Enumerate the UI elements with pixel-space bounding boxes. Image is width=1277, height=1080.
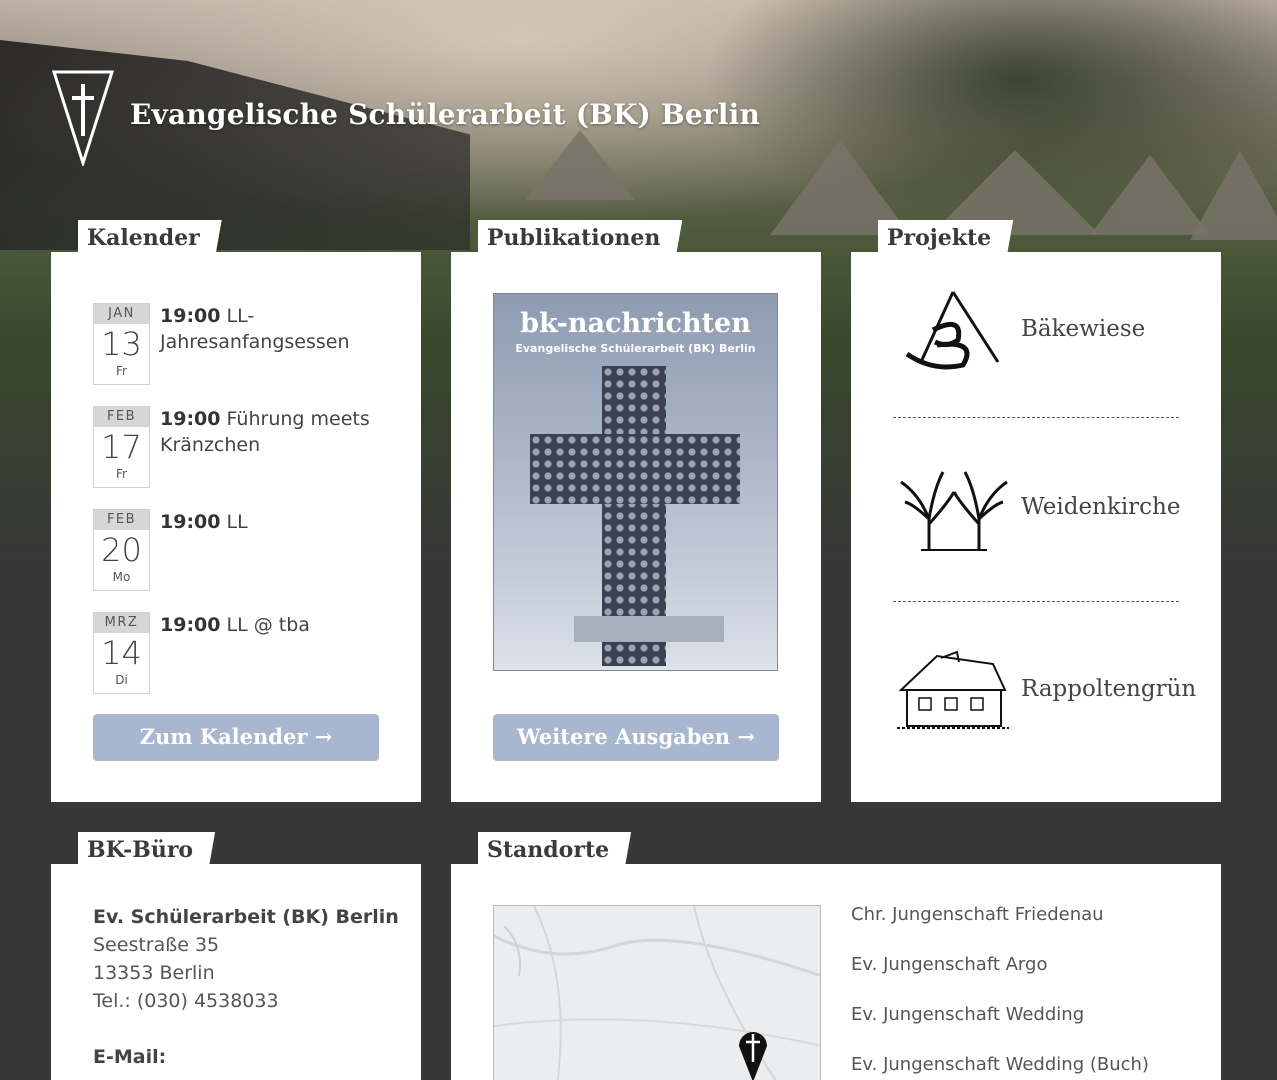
calendar-event[interactable]: FEB 17 Fr 19:00 Führung meets Kränzchen bbox=[93, 406, 393, 490]
event-title: LL @ tba bbox=[226, 614, 310, 636]
event-weekday: Fr bbox=[116, 467, 127, 481]
office-heading: BK-Büro bbox=[78, 832, 215, 866]
publication-cover[interactable]: bk-nachrichten Evangelische Schülerarbei… bbox=[493, 293, 778, 671]
projects-heading: Projekte bbox=[878, 220, 1013, 254]
event-month: MRZ bbox=[94, 613, 149, 633]
hero-tent bbox=[525, 130, 635, 200]
project-divider bbox=[893, 601, 1179, 602]
locations-map[interactable] bbox=[493, 905, 821, 1080]
house-sketch-icon bbox=[897, 650, 1009, 729]
calendar-event[interactable]: FEB 20 Mo 19:00 LL bbox=[93, 509, 393, 593]
project-name: Bäkewiese bbox=[1021, 316, 1146, 342]
event-date: MRZ 14 Di bbox=[93, 612, 150, 694]
project-weidenkirche[interactable]: Weidenkirche bbox=[893, 458, 1183, 578]
location-item[interactable]: Chr. Jungenschaft Friedenau bbox=[851, 904, 1104, 925]
cover-bench bbox=[574, 616, 724, 642]
site-title[interactable]: Evangelische Schülerarbeit (BK) Berlin bbox=[130, 98, 760, 131]
office-org: Ev. Schülerarbeit (BK) Berlin bbox=[93, 906, 399, 928]
weidenkirche-logo-icon bbox=[900, 471, 1008, 551]
event-time: 19:00 bbox=[160, 305, 221, 327]
event-weekday: Di bbox=[115, 673, 128, 687]
office-email-label: E-Mail: bbox=[93, 1046, 167, 1068]
event-date: FEB 20 Mo bbox=[93, 509, 150, 591]
location-item[interactable]: Ev. Jungenschaft Wedding (Buch) bbox=[851, 1054, 1149, 1075]
event-time: 19:00 bbox=[160, 614, 221, 636]
cover-cross-horizontal bbox=[530, 434, 740, 504]
event-day: 13 bbox=[101, 325, 142, 363]
event-day: 14 bbox=[101, 634, 142, 672]
project-baekewiese[interactable]: Bäkewiese bbox=[893, 280, 1183, 400]
office-phone: Tel.: (030) 4538033 bbox=[93, 990, 279, 1012]
baekewiese-logo-icon bbox=[905, 291, 1000, 370]
event-day: 17 bbox=[101, 428, 142, 466]
event-text[interactable]: 19:00 LL @ tba bbox=[160, 612, 390, 638]
project-name: Rappoltengrün bbox=[1021, 676, 1197, 702]
event-title: LL bbox=[226, 511, 248, 533]
project-rappoltengruen[interactable]: Rappoltengrün bbox=[893, 640, 1196, 760]
event-text[interactable]: 19:00 LL bbox=[160, 509, 390, 535]
calendar-heading: Kalender bbox=[78, 220, 222, 254]
cover-subtitle: Evangelische Schülerarbeit (BK) Berlin bbox=[515, 342, 756, 355]
cross-pin-icon[interactable] bbox=[737, 1028, 769, 1080]
event-time: 19:00 bbox=[160, 511, 221, 533]
calendar-event[interactable]: MRZ 14 Di 19:00 LL @ tba bbox=[93, 612, 393, 696]
event-date: FEB 17 Fr bbox=[93, 406, 150, 488]
event-text[interactable]: 19:00 Führung meets Kränzchen bbox=[160, 406, 390, 458]
event-day: 20 bbox=[101, 531, 142, 569]
map-tiles bbox=[494, 906, 820, 1080]
event-date: JAN 13 Fr bbox=[93, 303, 150, 385]
event-time: 19:00 bbox=[160, 408, 221, 430]
office-street: Seestraße 35 bbox=[93, 934, 220, 956]
project-divider bbox=[893, 417, 1179, 418]
location-item[interactable]: Ev. Jungenschaft Argo bbox=[851, 954, 1047, 975]
cross-shield-icon[interactable] bbox=[52, 70, 114, 166]
event-month: JAN bbox=[94, 304, 149, 324]
publications-button[interactable]: Weitere Ausgaben → bbox=[493, 714, 779, 761]
cover-title: bk-nachrichten bbox=[520, 308, 751, 339]
office-address: Ev. Schülerarbeit (BK) Berlin Seestraße … bbox=[93, 903, 399, 1071]
event-month: FEB bbox=[94, 407, 149, 427]
event-text[interactable]: 19:00 LL-Jahresanfangsessen bbox=[160, 303, 390, 355]
calendar-event[interactable]: JAN 13 Fr 19:00 LL-Jahresanfangsessen bbox=[93, 303, 393, 387]
calendar-button[interactable]: Zum Kalender → bbox=[93, 714, 379, 761]
event-weekday: Mo bbox=[112, 570, 131, 584]
office-city: 13353 Berlin bbox=[93, 962, 215, 984]
project-name: Weidenkirche bbox=[1021, 494, 1181, 520]
event-weekday: Fr bbox=[116, 364, 127, 378]
locations-heading: Standorte bbox=[478, 832, 631, 866]
event-month: FEB bbox=[94, 510, 149, 530]
publications-heading: Publikationen bbox=[478, 220, 682, 254]
location-item[interactable]: Ev. Jungenschaft Wedding bbox=[851, 1004, 1084, 1025]
